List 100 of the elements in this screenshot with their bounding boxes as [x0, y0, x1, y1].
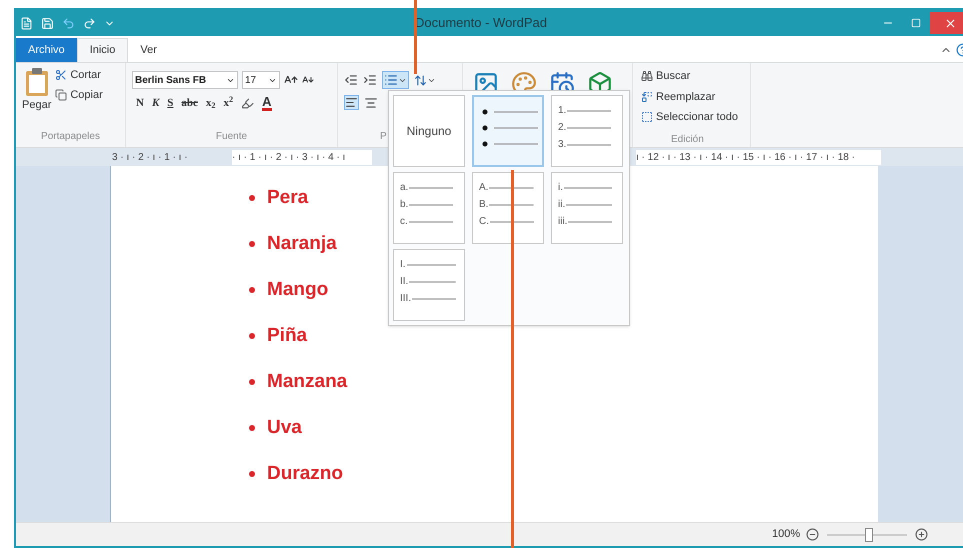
ribbon-tab[interactable]: Inicio — [76, 38, 128, 62]
list-marker: 1. — [558, 104, 566, 118]
group-label: Fuente — [214, 130, 248, 144]
list-item-text: Durazno — [267, 462, 343, 486]
group-label: Portapapeles — [40, 130, 101, 144]
zoom-level: 100% — [772, 527, 800, 542]
format-button[interactable]: S — [167, 95, 174, 112]
replace-icon — [641, 90, 653, 103]
list-style-option[interactable]: 1. 2. 3. — [551, 95, 623, 167]
list-marker: 2. — [558, 121, 566, 135]
list-item-text: Uva — [267, 416, 302, 440]
list-style-option[interactable]: Ninguno — [393, 95, 465, 167]
bullet-line-icon — [482, 141, 538, 147]
line-icon — [412, 297, 456, 301]
bullet-icon — [249, 425, 255, 431]
line-icon — [566, 203, 612, 207]
list-marker: A. — [479, 181, 488, 195]
replace-button[interactable]: Reemplazar — [641, 88, 750, 105]
find-button[interactable]: Buscar — [641, 68, 750, 84]
close-button[interactable] — [930, 12, 963, 34]
line-icon — [567, 109, 612, 113]
line-icon — [409, 203, 454, 207]
line-icon — [408, 220, 454, 224]
line-icon — [568, 220, 612, 224]
bullet-line-icon — [482, 109, 538, 115]
line-icon — [567, 143, 612, 147]
list-marker: I. — [400, 258, 406, 272]
paste-button[interactable]: Pegar — [22, 67, 52, 129]
line-icon — [564, 186, 612, 190]
ribbon-tab[interactable]: Archivo — [16, 38, 77, 62]
cut-button[interactable]: Cortar — [55, 67, 103, 84]
group-label: Edición — [670, 132, 705, 146]
list-style-option[interactable]: I. II. III. — [393, 249, 465, 321]
ribbon-tab[interactable]: Ver — [128, 38, 169, 62]
ruler-scale: · ı · 1 · ı · 2 · ı · 3 · ı · 4 · ı — [232, 150, 372, 164]
list-style-option[interactable]: i. ii. iii. — [551, 172, 623, 244]
list-marker: a. — [400, 181, 408, 195]
list-item-text: Manzana — [267, 370, 348, 394]
list-item-text: Naranja — [267, 232, 337, 256]
close-icon — [944, 16, 956, 30]
list-marker: b. — [400, 198, 408, 212]
slider-thumb[interactable] — [864, 528, 873, 542]
bullet-icon — [249, 333, 255, 339]
list-marker: ii. — [558, 198, 566, 212]
binoculars-icon — [641, 70, 653, 82]
highlighter-icon[interactable] — [241, 96, 254, 110]
list-item-text: Mango — [267, 278, 328, 302]
clipboard-icon — [24, 67, 50, 97]
font-color-button[interactable]: A — [262, 95, 272, 112]
list-marker: iii. — [558, 215, 568, 229]
list-button[interactable] — [382, 71, 409, 89]
line-icon — [409, 186, 454, 190]
list-item-text: Piña — [267, 324, 308, 348]
zoom-slider[interactable] — [827, 528, 908, 542]
increase-indent-icon[interactable] — [363, 73, 377, 87]
line-spacing-icon — [414, 74, 427, 86]
option-label: Ninguno — [406, 123, 452, 140]
group-label: P — [380, 130, 387, 144]
list-style-option[interactable]: A. B. C. — [472, 172, 544, 244]
copy-button[interactable]: Copiar — [55, 86, 103, 103]
save-icon[interactable] — [41, 16, 54, 30]
format-button[interactable]: K — [152, 95, 160, 112]
line-icon — [567, 126, 612, 130]
format-button[interactable]: x$_{2}$ — [206, 95, 216, 112]
list-marker: B. — [479, 198, 488, 212]
list-style-option[interactable] — [472, 95, 544, 167]
bullet-icon — [249, 241, 255, 247]
redo-icon[interactable] — [83, 16, 96, 30]
line-icon — [490, 220, 534, 224]
align-left-icon[interactable] — [344, 95, 359, 110]
zoom-out-icon[interactable] — [806, 528, 820, 541]
list-marker: II. — [400, 275, 408, 289]
align-center-icon[interactable] — [364, 96, 378, 110]
list-marker: c. — [400, 215, 408, 229]
list-marker: i. — [558, 181, 563, 195]
maximize-icon — [911, 18, 921, 28]
decrease-indent-icon[interactable] — [344, 73, 358, 87]
format-button[interactable]: abc — [181, 95, 198, 112]
list-marker: C. — [479, 215, 489, 229]
format-button[interactable]: N — [136, 95, 144, 112]
font-name-field[interactable]: Berlin Sans FB — [132, 71, 238, 89]
zoom-in-icon[interactable] — [915, 528, 928, 541]
window-title: Documento - WordPad — [415, 14, 547, 32]
font-size-field[interactable]: 17 — [242, 71, 280, 89]
line-spacing-button[interactable] — [414, 74, 436, 86]
line-icon — [489, 203, 534, 207]
ruler-scale: 3 · ı · 2 · ı · 1 · ı · — [112, 150, 189, 164]
app-icon — [20, 16, 33, 30]
bullet-list-icon — [384, 73, 398, 87]
line-icon — [489, 186, 534, 190]
ruler-scale: ı · 12 · ı · 13 · ı · 14 · ı · 15 · ı · 16 · ı · 17 · ı · 18 · — [636, 150, 881, 164]
list-marker: 3. — [558, 138, 566, 152]
bullet-icon — [249, 195, 255, 201]
list-style-option[interactable]: a. b. c. — [393, 172, 465, 244]
format-button[interactable]: x$^{2}$ — [224, 95, 234, 112]
select-all-button[interactable]: Seleccionar todo — [641, 109, 750, 126]
bullet-icon — [249, 379, 255, 385]
bullet-line-icon — [482, 125, 538, 131]
scissors-icon — [55, 69, 68, 82]
line-icon — [406, 263, 456, 267]
